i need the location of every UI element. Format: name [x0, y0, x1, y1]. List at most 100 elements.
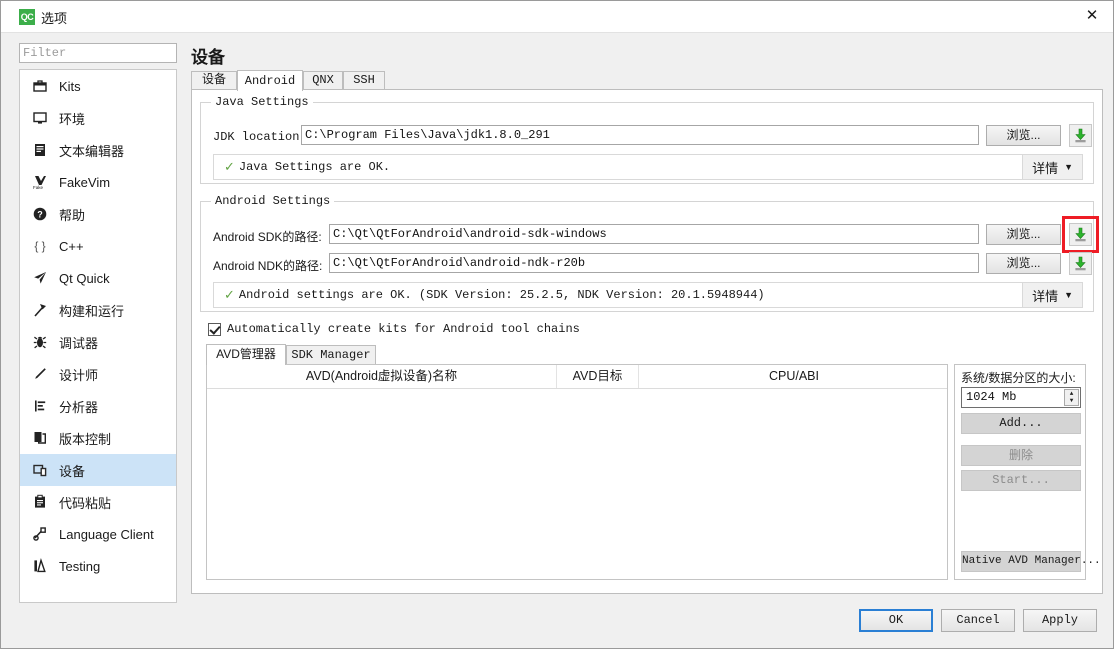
avd-start-button: Start...: [961, 470, 1081, 491]
native-avd-manager-button[interactable]: Native AVD Manager...: [961, 551, 1101, 572]
stepper-down-icon[interactable]: ▼: [1065, 398, 1078, 406]
jdk-download-button[interactable]: [1069, 124, 1092, 147]
check-icon: ✓: [224, 159, 235, 174]
avd-delete-button: 删除: [961, 445, 1081, 466]
download-icon: [1075, 256, 1086, 271]
avd-column-name[interactable]: AVD(Android虚拟设备)名称: [207, 365, 557, 388]
hammer-icon: [30, 300, 50, 320]
tab-sdk-manager[interactable]: SDK Manager: [286, 345, 376, 365]
options-dialog: QC 选项 ✕ Kits 环境 文本编辑器 Fake: [0, 0, 1114, 649]
monitor-icon: [30, 108, 50, 128]
language-client-icon: [30, 524, 50, 544]
tab-devices[interactable]: 设备: [191, 71, 237, 90]
close-icon[interactable]: ✕: [1069, 1, 1113, 31]
java-details-button[interactable]: 详情 ▼: [1022, 155, 1082, 179]
device-icon: [30, 460, 50, 480]
partition-size-stepper[interactable]: 1024 Mb ▲ ▼: [961, 387, 1081, 408]
sidebar-item-analyzer[interactable]: 分析器: [20, 390, 176, 422]
android-sdk-browse-button[interactable]: 浏览...: [986, 224, 1061, 245]
chevron-down-icon: ▼: [1064, 162, 1073, 172]
sidebar-item-label: FakeVim: [59, 174, 111, 190]
auto-create-kits-label: Automatically create kits for Android to…: [227, 322, 580, 336]
cancel-button[interactable]: Cancel: [941, 609, 1015, 632]
jdk-browse-button[interactable]: 浏览...: [986, 125, 1061, 146]
version-control-icon: [30, 428, 50, 448]
java-settings-group-title: Java Settings: [211, 95, 313, 109]
filter-input[interactable]: [19, 43, 177, 63]
qt-creator-logo-icon: QC: [19, 9, 35, 25]
sidebar-item-testing[interactable]: Testing: [20, 550, 176, 582]
svg-text:Fake: Fake: [33, 185, 44, 190]
sidebar-item-version-control[interactable]: 版本控制: [20, 422, 176, 454]
android-ndk-browse-button[interactable]: 浏览...: [986, 253, 1061, 274]
sidebar-item-label: 版本控制: [59, 431, 112, 447]
sidebar-item-label: Kits: [59, 78, 81, 94]
avd-actions-panel: 系统/数据分区的大小: 1024 Mb ▲ ▼ Add... 删除 Start.…: [954, 364, 1101, 580]
android-settings-group-title: Android Settings: [211, 194, 335, 208]
tab-avd-manager[interactable]: AVD管理器: [206, 344, 286, 365]
partition-size-value: 1024 Mb: [966, 390, 1017, 404]
tab-android[interactable]: Android: [237, 70, 303, 91]
sidebar-item-environment[interactable]: 环境: [20, 102, 176, 134]
sidebar-item-code-pasting[interactable]: 代码粘贴: [20, 486, 176, 518]
android-ndk-download-button[interactable]: [1069, 252, 1092, 275]
sidebar-item-kits[interactable]: Kits: [20, 70, 176, 102]
checkbox-icon: [208, 322, 221, 336]
android-ndk-path-input[interactable]: [329, 253, 979, 273]
check-icon: ✓: [224, 287, 235, 302]
sidebar-item-build-run[interactable]: 构建和运行: [20, 294, 176, 326]
fakevim-icon: Fake: [30, 172, 50, 192]
sidebar-item-label: 调试器: [59, 335, 99, 351]
avd-table-header: AVD(Android虚拟设备)名称 AVD目标 CPU/ABI: [207, 365, 947, 389]
clipboard-icon: [30, 492, 50, 512]
avd-table[interactable]: AVD(Android虚拟设备)名称 AVD目标 CPU/ABI: [206, 364, 948, 580]
android-status-text: Android settings are OK. (SDK Version: 2…: [238, 288, 765, 302]
sidebar-item-debugger[interactable]: 调试器: [20, 326, 176, 358]
sidebar-item-fakevim[interactable]: Fake FakeVim: [20, 166, 176, 198]
android-sdk-path-label: Android SDK的路径:: [213, 230, 322, 244]
sidebar-item-label: Language Client: [59, 526, 154, 542]
avd-column-cpu-abi[interactable]: CPU/ABI: [639, 365, 949, 388]
kits-icon: [30, 76, 50, 96]
options-category-list: Kits 环境 文本编辑器 Fake FakeVim ? 帮助 {} C++ …: [19, 69, 177, 603]
sidebar-item-qt-quick[interactable]: Qt Quick: [20, 262, 176, 294]
jdk-location-label: JDK location:: [213, 130, 307, 144]
chevron-down-icon: ▼: [1064, 290, 1073, 300]
jdk-location-input[interactable]: [301, 125, 979, 145]
title-bar: QC 选项 ✕: [1, 1, 1113, 33]
sidebar-item-text-editor[interactable]: 文本编辑器: [20, 134, 176, 166]
tab-qnx[interactable]: QNX: [303, 71, 343, 90]
sidebar-item-label: 文本编辑器: [59, 143, 125, 159]
android-details-label: 详情: [1032, 288, 1059, 304]
sidebar-item-label: 构建和运行: [59, 303, 125, 319]
sidebar-item-label: Testing: [59, 558, 101, 574]
page-title: 设备: [191, 48, 225, 67]
android-sdk-download-button[interactable]: [1069, 223, 1092, 246]
stepper-buttons[interactable]: ▲ ▼: [1064, 389, 1079, 406]
sidebar-item-label: Qt Quick: [59, 270, 110, 286]
sidebar-item-designer[interactable]: 设计师: [20, 358, 176, 390]
java-settings-group: Java Settings JDK location: 浏览... ✓ Java…: [200, 95, 1094, 184]
sidebar-item-language-client[interactable]: Language Client: [20, 518, 176, 550]
avd-add-button[interactable]: Add...: [961, 413, 1081, 434]
partition-size-label: 系统/数据分区的大小:: [961, 371, 1076, 385]
sidebar-item-devices[interactable]: 设备: [20, 454, 176, 486]
sidebar-item-label: 环境: [59, 111, 86, 127]
sidebar-item-label: 设计师: [59, 367, 99, 383]
tab-ssh[interactable]: SSH: [343, 71, 385, 90]
sidebar-item-cpp[interactable]: { } C++: [20, 230, 176, 262]
sidebar-item-label: 代码粘贴: [59, 495, 112, 511]
device-type-tabs: 设备 Android QNX SSH: [191, 70, 1103, 91]
android-sdk-path-input[interactable]: [329, 224, 979, 244]
analyzer-icon: [30, 396, 50, 416]
ok-button[interactable]: OK: [859, 609, 933, 632]
apply-button[interactable]: Apply: [1023, 609, 1097, 632]
auto-create-kits-checkbox[interactable]: Automatically create kits for Android to…: [208, 322, 580, 336]
avd-column-target[interactable]: AVD目标: [557, 365, 639, 388]
bug-icon: [30, 332, 50, 352]
java-details-label: 详情: [1032, 160, 1059, 176]
sidebar-item-label: 分析器: [59, 399, 99, 415]
text-editor-icon: [30, 140, 50, 160]
android-details-button[interactable]: 详情 ▼: [1022, 283, 1082, 307]
sidebar-item-help[interactable]: ? 帮助: [20, 198, 176, 230]
